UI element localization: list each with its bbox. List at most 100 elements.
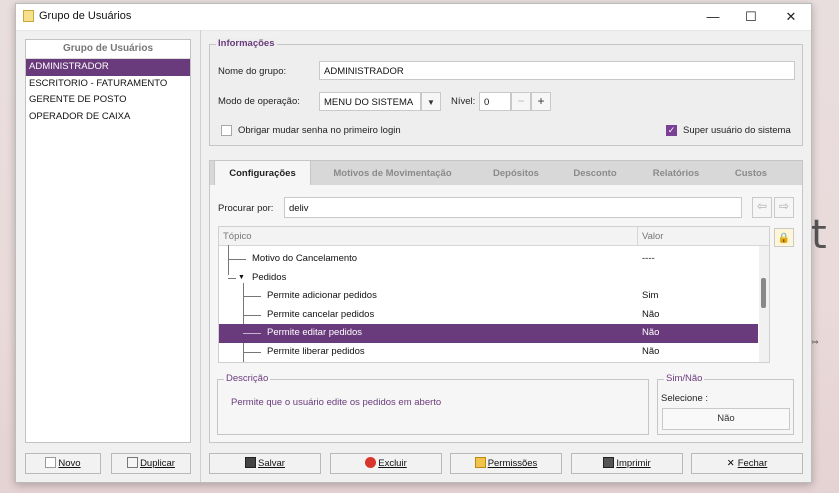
tree-line [243,333,261,334]
tree-row[interactable]: Permite cancelar pedidos Não [219,306,758,325]
printer-icon [603,457,615,468]
imprimir-button[interactable]: Imprimir [571,453,683,474]
duplicate-icon [127,457,139,468]
select-label: Selecione : [661,393,709,404]
simnao-fieldset: Sim/Não Selecione : Não [657,373,794,435]
group-item-gerente[interactable]: GERENTE DE POSTO [26,92,190,109]
super-user-label: Super usuário do sistema [683,125,791,136]
expand-arrow-icon[interactable]: ▼ [238,274,245,281]
description-legend: Descrição [224,373,271,384]
tab-custos[interactable]: Custos [718,161,784,186]
title-bar: Grupo de Usuários — ☐ ✕ [16,4,811,31]
tree-line [243,314,261,316]
fechar-label: Fechar [737,458,768,469]
splitter[interactable] [200,30,201,482]
salvar-button[interactable]: Salvar [209,453,321,474]
description-fieldset: Descrição Permite que o usuário edite os… [217,373,649,435]
arrow-left-icon: ⇦ [756,199,768,213]
delete-icon [365,457,377,468]
level-plus-button[interactable]: + [531,92,551,111]
level-minus-button[interactable]: − [511,92,531,111]
info-legend: Informações [216,38,277,49]
excluir-label: Excluir [378,458,407,469]
lock-icon [474,457,486,468]
mode-dropdown-button[interactable]: ▼ [421,92,441,111]
tree-row-label: Permite editar pedidos [267,327,363,338]
maximize-button[interactable]: ☐ [732,4,770,30]
level-label: Nível: [451,96,476,107]
imprimir-label: Imprimir [616,458,651,469]
scrollbar-thumb[interactable] [761,278,766,308]
app-icon [23,10,34,22]
value-select-button[interactable]: Não [662,408,790,430]
tree-row-value: Não [642,345,660,357]
minimize-button[interactable]: — [694,4,732,30]
duplicar-label: Duplicar [140,458,175,469]
lock-icon: 🔒 [777,233,791,244]
tree-scrollbar[interactable] [759,246,769,362]
group-list-header: Grupo de Usuários [26,40,190,59]
permissoes-button[interactable]: Permissões [450,453,562,474]
super-user-checkbox[interactable]: ✓ [666,125,677,136]
tree-row-value: ---- [642,253,655,264]
tree-line [243,351,261,353]
permissions-tool-button[interactable]: 🔒 [774,228,794,247]
simnao-legend: Sim/Não [664,373,705,384]
tree-line [228,259,246,260]
close-button[interactable]: ✕ [772,4,810,30]
search-prev-button[interactable]: ⇦ [752,197,772,218]
tab-configuracoes[interactable]: Configurações [214,161,311,187]
group-item-operador[interactable]: OPERADOR DE CAIXA [26,109,190,126]
tree-row-value: Sim [642,290,659,301]
salvar-label: Salvar [258,458,285,469]
search-label: Procurar por: [218,203,274,214]
column-divider [637,227,638,245]
tab-relatorios[interactable]: Relatórios [638,161,714,186]
search-next-button[interactable]: ⇨ [774,197,794,218]
tree-row-label: Permite adicionar pedidos [267,290,377,301]
permissoes-label: Permissões [487,458,538,469]
column-value[interactable]: Valor [642,231,663,242]
tree-row[interactable]: ▼ Pedidos [219,269,758,288]
tree-row-label: Permite cancelar pedidos [267,308,375,320]
tab-depositos[interactable]: Depósitos [476,161,556,186]
tab-motivos[interactable]: Motivos de Movimentação [315,161,470,186]
tree-line [243,296,261,297]
search-input[interactable]: deliv [284,197,742,218]
group-name-input[interactable]: ADMINISTRADOR [319,61,795,80]
description-text: Permite que o usuário edite os pedidos e… [231,397,442,408]
level-input[interactable]: 0 [479,92,511,111]
column-topic[interactable]: Tópico [223,231,252,242]
mode-label: Modo de operação: [218,96,300,107]
tree-row[interactable]: Permite adicionar pedidos Sim [219,287,758,306]
excluir-button[interactable]: Excluir [330,453,442,474]
tree-row-label: Permite liberar pedidos [267,345,365,357]
fechar-button[interactable]: ✕ Fechar [691,453,803,474]
tree-line [228,277,236,279]
close-icon: ✕ [726,458,735,469]
tree-row-value: Não [642,327,660,338]
arrow-right-icon: ⇨ [778,199,790,213]
name-label: Nome do grupo: [218,66,287,77]
tree-row[interactable]: Permite liberar pedidos Não [219,343,758,362]
force-password-checkbox[interactable] [221,125,232,136]
tab-desconto[interactable]: Desconto [558,161,632,186]
novo-label: Novo [58,458,81,469]
save-icon [245,457,257,468]
mode-select[interactable]: MENU DO SISTEMA [319,92,421,111]
checkmark-icon: ✓ [667,125,676,135]
tree-row-value: Não [642,308,660,320]
tree-row[interactable]: Motivo do Cancelamento ---- [219,250,758,269]
main-window: Grupo de Usuários — ☐ ✕ Grupo de Usuário… [15,3,812,483]
info-fieldset: Informações Nome do grupo: ADMINISTRADOR… [209,38,803,146]
group-item-escritorio[interactable]: ESCRITORIO - FATURAMENTO [26,76,190,93]
group-item-administrador[interactable]: ADMINISTRADOR [26,59,190,76]
background-text: t [811,212,827,258]
duplicar-button[interactable]: Duplicar [111,453,191,474]
tree-row-selected[interactable]: Permite editar pedidos Não [219,324,758,343]
tree-row-label: Pedidos [252,271,287,283]
new-file-icon [45,457,57,468]
group-list: Grupo de Usuários ADMINISTRADOR ESCRITOR… [25,39,191,443]
novo-button[interactable]: Novo [25,453,101,474]
force-password-label: Obrigar mudar senha no primeiro login [238,125,401,136]
